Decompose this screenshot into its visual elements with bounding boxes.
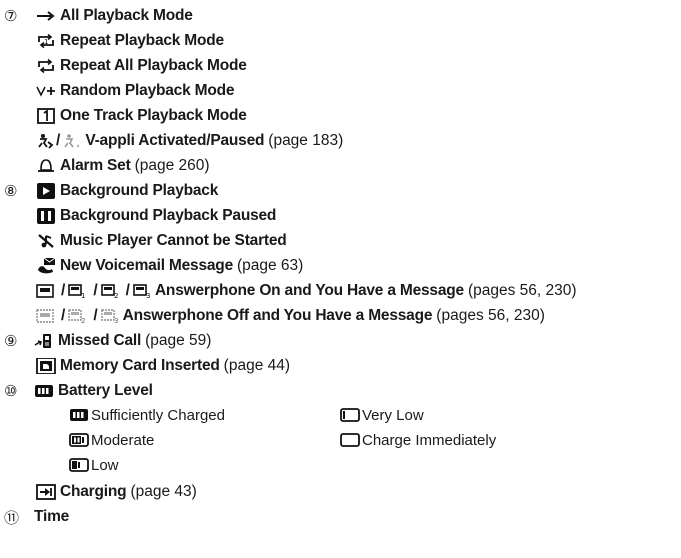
- battery-moderate-icon: [69, 432, 89, 448]
- separator: /: [93, 307, 98, 324]
- item-repeat-playback-mode: Repeat Playback Mode: [60, 32, 224, 49]
- svg-text:3: 3: [114, 317, 118, 323]
- row-repeat-all-playback: Repeat All Playback Mode: [36, 54, 247, 78]
- answerphone-on-3-icon: 3: [133, 284, 151, 298]
- row-vappli: / V-appli Activated/Paused (page 183): [36, 129, 343, 153]
- item-one-track-playback-mode: One Track Playback Mode: [60, 107, 247, 124]
- row-alarm: Alarm Set (page 260): [36, 154, 210, 178]
- svg-text:2: 2: [114, 292, 118, 298]
- battery-charge-immediately-label: Charge Immediately: [362, 431, 497, 449]
- charging-icon: [36, 484, 56, 500]
- row-background-playback: ⑧ Background Playback: [4, 179, 218, 203]
- section-marker-7: ⑦: [4, 8, 18, 25]
- repeat-all-icon: [36, 58, 56, 74]
- answerphone-off-2-icon: 2: [68, 309, 86, 323]
- battery-low-icon: [69, 457, 89, 473]
- battery-full-icon: [69, 407, 89, 423]
- item-battery-level: Battery Level: [58, 382, 153, 399]
- page-ref-memory-card: (page 44): [223, 357, 291, 374]
- battery-empty-icon: [340, 407, 360, 423]
- item-music-cannot-start: Music Player Cannot be Started: [60, 232, 287, 249]
- battery-sufficient-label: Sufficiently Charged: [91, 406, 225, 424]
- section-marker-10: ⑩: [4, 383, 18, 400]
- item-charging: Charging: [60, 483, 127, 500]
- item-time: Time: [34, 508, 70, 525]
- item-background-playback-paused: Background Playback Paused: [60, 207, 277, 224]
- page-ref-answerphone-on: (pages 56, 230): [467, 282, 577, 299]
- separator: /: [56, 132, 61, 149]
- row-music-cannot-start: Music Player Cannot be Started: [36, 229, 287, 253]
- answerphone-off-3-icon: 3: [100, 309, 119, 323]
- battery-charge-immediately: Charge Immediately: [340, 429, 496, 451]
- svg-text:1: 1: [44, 38, 48, 46]
- missed-call-icon: [34, 333, 54, 349]
- page-ref-answerphone-off: (pages 56, 230): [436, 307, 545, 324]
- page-ref-alarm: (page 260): [134, 157, 210, 174]
- row-memory-card: Memory Card Inserted (page 44): [36, 354, 290, 378]
- row-background-paused: Background Playback Paused: [36, 204, 276, 228]
- random-icon: [36, 83, 56, 99]
- item-answerphone-off: Answerphone Off and You Have a Message: [122, 307, 433, 324]
- answerphone-off-icon: [36, 309, 54, 323]
- row-charging: Charging (page 43): [36, 480, 197, 504]
- one-track-icon: [36, 108, 56, 124]
- alarm-bell-icon: [36, 158, 56, 174]
- item-repeat-all-playback-mode: Repeat All Playback Mode: [60, 57, 247, 74]
- music-blocked-icon: [36, 233, 56, 249]
- svg-text:1: 1: [81, 292, 85, 298]
- item-background-playback: Background Playback: [60, 182, 219, 199]
- item-new-voicemail: New Voicemail Message: [60, 257, 233, 274]
- row-answerphone-off: / 2 / 3 Answerphone Off and You Have a M…: [36, 304, 545, 328]
- item-missed-call: Missed Call: [58, 332, 142, 349]
- row-time: ⑪ Time: [4, 505, 69, 529]
- answerphone-on-2-icon: 2: [100, 284, 119, 298]
- row-missed-call: ⑨ Missed Call (page 59): [4, 329, 211, 353]
- row-voicemail: New Voicemail Message (page 63): [36, 254, 303, 278]
- battery-depleted-icon: [340, 432, 360, 448]
- battery-low: Low: [69, 454, 119, 476]
- vappli-active-icon: [36, 133, 54, 149]
- pause-icon: [36, 208, 56, 224]
- voicemail-icon: [36, 258, 56, 274]
- svg-text:2: 2: [81, 317, 85, 323]
- item-vappli: V-appli Activated/Paused: [85, 132, 265, 149]
- section-marker-8: ⑧: [4, 183, 18, 200]
- vappli-paused-icon: [61, 133, 81, 149]
- row-all-playback: ⑦ All Playback Mode: [4, 4, 193, 28]
- page-ref-vappli: (page 183): [268, 132, 344, 149]
- svg-text:3: 3: [146, 292, 150, 298]
- battery-very-low-label: Very Low: [362, 406, 424, 424]
- row-answerphone-on: / 1 / 2 / 3 Answerphone On and You Have …: [36, 279, 577, 303]
- battery-very-low: Very Low: [340, 404, 424, 426]
- play-icon: [36, 183, 56, 199]
- page-ref-missed-call: (page 59): [145, 332, 212, 349]
- separator: /: [61, 282, 66, 299]
- battery-full-icon: [34, 383, 54, 399]
- page-ref-charging: (page 43): [130, 483, 197, 500]
- memory-card-icon: [36, 358, 56, 374]
- answerphone-on-icon: [36, 284, 54, 298]
- item-memory-card: Memory Card Inserted: [60, 357, 220, 374]
- row-battery-level: ⑩ Battery Level: [4, 379, 153, 403]
- section-marker-9: ⑨: [4, 333, 18, 350]
- battery-moderate-label: Moderate: [91, 431, 155, 449]
- battery-low-label: Low: [91, 456, 119, 474]
- answerphone-on-1-icon: 1: [68, 284, 86, 298]
- repeat-one-icon: 1: [36, 33, 56, 49]
- item-alarm-set: Alarm Set: [60, 157, 131, 174]
- separator: /: [93, 282, 98, 299]
- battery-moderate: Moderate: [69, 429, 154, 451]
- arrow-right-icon: [36, 8, 56, 24]
- item-random-playback-mode: Random Playback Mode: [60, 82, 235, 99]
- row-random-playback: Random Playback Mode: [36, 79, 234, 103]
- page-ref-voicemail: (page 63): [236, 257, 304, 274]
- item-all-playback-mode: All Playback Mode: [60, 7, 193, 24]
- battery-sufficient: Sufficiently Charged: [69, 404, 225, 426]
- row-one-track-playback: One Track Playback Mode: [36, 104, 247, 128]
- separator: /: [61, 307, 66, 324]
- item-answerphone-on: Answerphone On and You Have a Message: [154, 282, 464, 299]
- separator: /: [125, 282, 130, 299]
- section-marker-11: ⑪: [4, 509, 20, 527]
- row-repeat-playback: 1 Repeat Playback Mode: [36, 29, 224, 53]
